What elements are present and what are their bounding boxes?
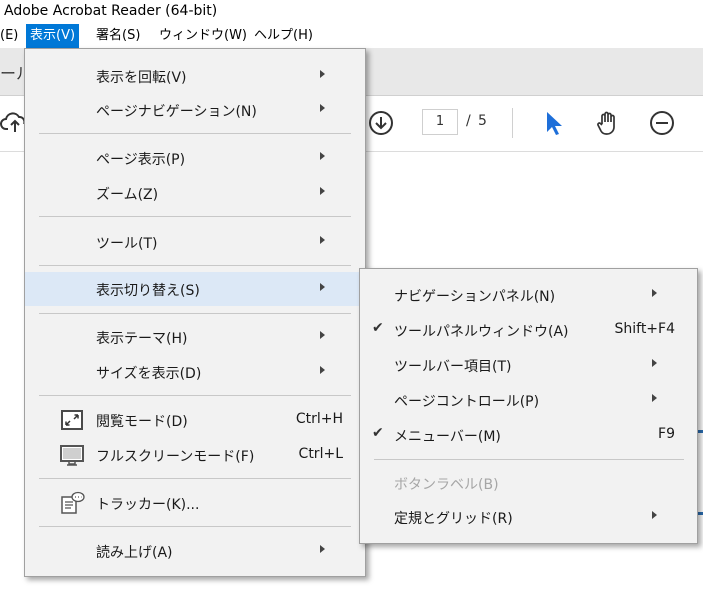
menu-item-label: ズーム(Z) <box>96 187 159 203</box>
menu-item-label: ツール(T) <box>96 236 158 252</box>
submenu-arrow-icon <box>652 289 657 297</box>
menu-item-label: ページ表示(P) <box>96 152 186 168</box>
menu-view[interactable]: 表示(V) <box>26 24 80 48</box>
menu-bar: (E) 表示(V) 署名(S) ウィンドウ(W) ヘルプ(H) <box>0 24 703 48</box>
submenu-item-tools-pane[interactable]: ✔ ツールパネルウィンドウ(A) Shift+F4 <box>360 313 697 347</box>
submenu-arrow-icon <box>320 187 325 195</box>
view-menu: 表示を回転(V) ページナビゲーション(N) ページ表示(P) ズーム(Z) ツ… <box>24 48 366 577</box>
menu-separator <box>39 526 351 527</box>
menu-separator <box>39 313 351 314</box>
page-separator: / <box>466 113 471 129</box>
submenu-item-toolbar-items[interactable]: ツールバー項目(T) <box>360 348 697 382</box>
menu-help[interactable]: ヘルプ(H) <box>250 24 317 48</box>
submenu-arrow-icon <box>652 394 657 402</box>
menu-item-show-hide[interactable]: 表示切り替え(S) <box>25 272 365 306</box>
menu-item-label: ツールバー項目(T) <box>394 359 512 375</box>
menu-separator <box>374 459 684 460</box>
next-page-icon[interactable] <box>364 106 398 140</box>
menu-item-label: ページナビゲーション(N) <box>96 104 257 120</box>
submenu-arrow-icon <box>320 104 325 112</box>
submenu-arrow-icon <box>320 70 325 78</box>
menu-window[interactable]: ウィンドウ(W) <box>155 24 251 48</box>
page-total: 5 <box>478 113 487 129</box>
submenu-arrow-icon <box>320 152 325 160</box>
menu-item-label: 定規とグリッド(R) <box>394 511 513 527</box>
menu-item-label: 表示切り替え(S) <box>96 283 200 299</box>
hand-tool-icon[interactable] <box>591 106 625 140</box>
menu-item-shortcut: Shift+F4 <box>614 321 675 337</box>
menu-separator <box>39 265 351 266</box>
menu-item-tools[interactable]: ツール(T) <box>25 225 365 259</box>
menu-item-label: 表示を回転(V) <box>96 70 187 86</box>
menu-separator <box>39 478 351 479</box>
title-bar: Adobe Acrobat Reader (64-bit) <box>0 0 703 24</box>
submenu-item-menu-bar[interactable]: ✔ メニューバー(M) F9 <box>360 418 697 452</box>
monitor-icon <box>59 443 85 467</box>
menu-item-display-theme[interactable]: 表示テーマ(H) <box>25 320 365 354</box>
menu-item-label: サイズを表示(D) <box>96 366 202 382</box>
submenu-arrow-icon <box>320 236 325 244</box>
menu-edit[interactable]: (E) <box>0 24 22 48</box>
menu-item-full-screen[interactable]: フルスクリーンモード(F) Ctrl+L <box>25 438 365 472</box>
show-hide-submenu: ナビゲーションパネル(N) ✔ ツールパネルウィンドウ(A) Shift+F4 … <box>359 268 698 544</box>
reading-mode-icon <box>59 408 85 432</box>
submenu-arrow-icon <box>652 511 657 519</box>
menu-item-page-display[interactable]: ページ表示(P) <box>25 141 365 175</box>
menu-item-label: ナビゲーションパネル(N) <box>394 289 556 305</box>
toolbar-divider <box>512 108 513 138</box>
menu-separator <box>39 216 351 217</box>
submenu-arrow-icon <box>652 359 657 367</box>
menu-item-shortcut: Ctrl+H <box>295 411 343 427</box>
submenu-item-navigation-panes[interactable]: ナビゲーションパネル(N) <box>360 278 697 312</box>
menu-item-read-aloud[interactable]: 読み上げ(A) <box>25 534 365 568</box>
menu-item-show-size[interactable]: サイズを表示(D) <box>25 355 365 389</box>
submenu-arrow-icon <box>320 366 325 374</box>
menu-separator <box>39 395 351 396</box>
tracker-icon <box>59 491 85 515</box>
submenu-arrow-icon <box>320 545 325 553</box>
menu-item-shortcut: Ctrl+L <box>298 446 343 462</box>
menu-item-zoom[interactable]: ズーム(Z) <box>25 176 365 210</box>
menu-item-label: 読み上げ(A) <box>96 545 173 561</box>
menu-item-label: ツールパネルウィンドウ(A) <box>394 324 569 340</box>
window-title: Adobe Acrobat Reader (64-bit) <box>4 3 218 19</box>
submenu-item-button-labels: ボタンラベル(B) <box>360 466 697 500</box>
menu-item-label: 閲覧モード(D) <box>96 414 188 430</box>
menu-item-label: フルスクリーンモード(F) <box>96 449 255 465</box>
menu-item-label: ページコントロール(P) <box>394 394 540 410</box>
menu-item-label: メニューバー(M) <box>394 429 501 445</box>
submenu-arrow-icon <box>320 283 325 291</box>
menu-item-label: ボタンラベル(B) <box>394 477 499 493</box>
menu-item-rotate-view[interactable]: 表示を回転(V) <box>25 59 365 93</box>
menu-item-label: トラッカー(K)... <box>96 497 200 513</box>
menu-item-label: 表示テーマ(H) <box>96 331 188 347</box>
menu-sign[interactable]: 署名(S) <box>92 24 144 48</box>
select-cursor-icon[interactable] <box>536 106 570 140</box>
checkmark-icon: ✔ <box>372 425 384 441</box>
submenu-item-page-controls[interactable]: ページコントロール(P) <box>360 383 697 417</box>
submenu-item-rulers-grids[interactable]: 定規とグリッド(R) <box>360 500 697 534</box>
menu-item-page-navigation[interactable]: ページナビゲーション(N) <box>25 93 365 127</box>
menu-item-shortcut: F9 <box>658 426 675 442</box>
menu-item-tracker[interactable]: トラッカー(K)... <box>25 486 365 520</box>
page-number-input[interactable]: 1 <box>422 109 458 135</box>
checkmark-icon: ✔ <box>372 320 384 336</box>
zoom-out-icon[interactable] <box>645 106 679 140</box>
menu-item-reading-mode[interactable]: 閲覧モード(D) Ctrl+H <box>25 403 365 437</box>
submenu-arrow-icon <box>320 331 325 339</box>
menu-separator <box>39 133 351 134</box>
